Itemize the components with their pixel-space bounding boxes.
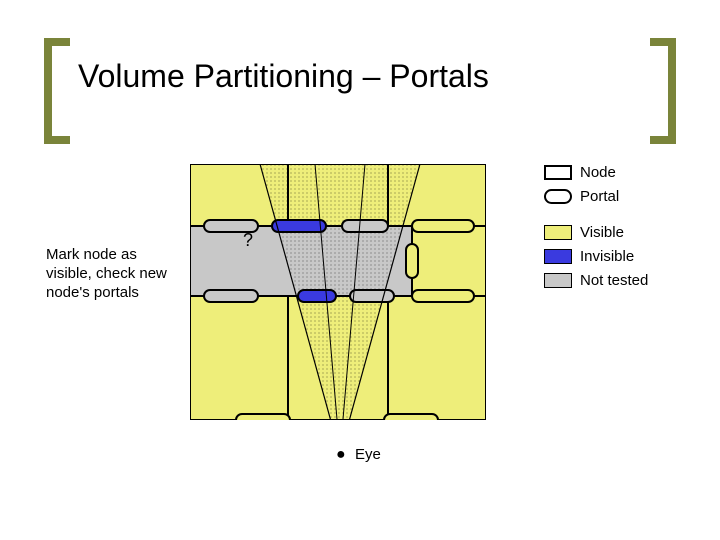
not-tested-swatch-icon [544,273,572,288]
legend-row-not-tested: Not tested [544,272,648,289]
portal-diagram [190,164,486,420]
legend-row-portal: Portal [544,188,648,205]
title-bracket-left [44,38,70,144]
eye-label: Eye [355,446,381,463]
legend-row-visible: Visible [544,224,648,241]
slide-title: Volume Partitioning – Portals [78,58,489,95]
visible-swatch-icon [544,225,572,240]
eye-dot-icon: ● [336,446,346,464]
legend-row-node: Node [544,164,648,181]
step-annotation: Mark node as visible, check new node's p… [46,246,176,302]
legend: Node Portal Visible Invisible Not tested [544,164,648,296]
invisible-swatch-icon [544,249,572,264]
legend-label: Node [580,164,616,181]
title-bracket-right [650,38,676,144]
legend-label: Invisible [580,248,634,265]
legend-row-invisible: Invisible [544,248,648,265]
question-mark-label: ? [243,230,253,251]
portal-swatch-icon [544,189,572,204]
legend-label: Not tested [580,272,648,289]
legend-label: Portal [580,188,619,205]
legend-label: Visible [580,224,624,241]
node-swatch-icon [544,165,572,180]
